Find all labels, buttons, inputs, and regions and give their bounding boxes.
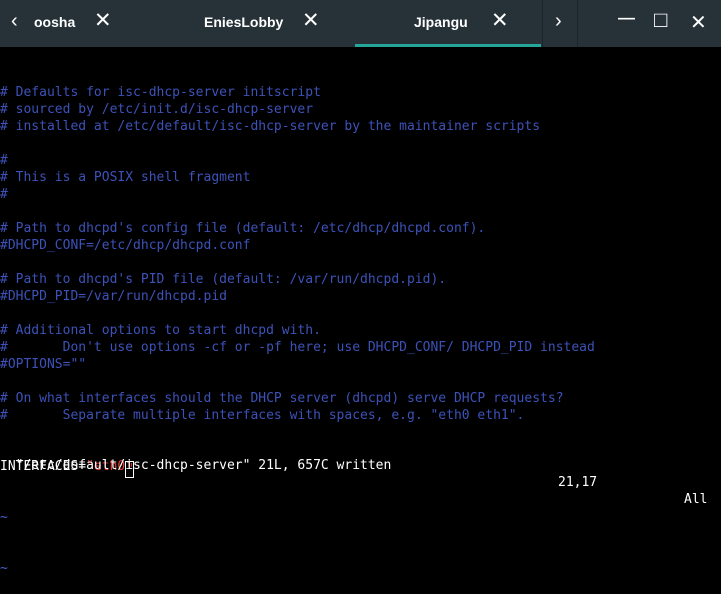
comment-line: # Don't use options -cf or -pf here; use… [0, 340, 595, 355]
comment-line: # This is a POSIX shell fragment [0, 170, 251, 185]
maximize-button[interactable]: □ [646, 0, 682, 47]
tab-divider [577, 0, 578, 47]
close-icon: ✕ [690, 12, 707, 34]
comment-line: #DHCPD_CONF=/etc/dhcp/dhcpd.conf [0, 238, 251, 253]
comment-line: #DHCPD_PID=/var/run/dhcpd.pid [0, 289, 227, 304]
vim-editor[interactable]: # Defaults for isc-dhcp-server initscrip… [0, 50, 721, 576]
close-icon[interactable]: ✕ [94, 10, 112, 31]
window-close-button[interactable]: ✕ [682, 0, 718, 47]
comment-line: # sourced by /etc/init.d/isc-dhcp-server [0, 102, 314, 117]
comment-line: # [0, 187, 8, 202]
comment-line: # Additional options to start dhcpd with… [0, 323, 321, 338]
comment-line: # Path to dhcpd's config file (default: … [0, 221, 486, 236]
scroll-tabs-right-button[interactable]: › [546, 0, 574, 47]
status-message: "/etc/default/isc-dhcp-server" 21L, 657C… [15, 458, 392, 473]
vim-status-line: "/etc/default/isc-dhcp-server" 21L, 657C… [0, 440, 721, 507]
tab-enieslobby[interactable]: EniesLobby ✕ [182, 0, 352, 47]
maximize-icon: □ [654, 7, 668, 32]
scroll-percent: All [684, 492, 708, 507]
minimize-icon: — [618, 8, 635, 27]
comment-line: # [0, 153, 8, 168]
tab-oosha[interactable]: oosha ✕ [30, 0, 180, 47]
comment-line: # Defaults for isc-dhcp-server initscrip… [0, 85, 321, 100]
close-icon[interactable]: ✕ [491, 10, 509, 31]
comment-line: # Path to dhcpd's PID file (default: /va… [0, 272, 447, 287]
scroll-tabs-left-button[interactable]: ‹ [2, 0, 30, 47]
chevron-right-icon: › [555, 10, 562, 32]
empty-line-marker: ~ [0, 510, 8, 525]
comment-line: # On what interfaces should the DHCP ser… [0, 391, 564, 406]
tab-jipangu[interactable]: Jipangu ✕ [355, 0, 541, 47]
tab-label: Jipangu [414, 14, 468, 30]
editor-buffer: # Defaults for isc-dhcp-server initscrip… [0, 84, 721, 424]
minimize-button[interactable]: — [610, 0, 646, 47]
comment-line: # installed at /etc/default/isc-dhcp-ser… [0, 119, 541, 134]
tab-bar: ‹ oosha ✕ EniesLobby ✕ Jipangu ✕ › — □ ✕ [0, 0, 721, 47]
comment-line: #OPTIONS="" [0, 357, 87, 372]
tab-divider [542, 0, 543, 47]
empty-line-marker: ~ [0, 561, 8, 576]
close-icon[interactable]: ✕ [302, 10, 320, 31]
tab-label: oosha [34, 14, 76, 30]
tab-label: EniesLobby [204, 14, 284, 30]
comment-line: # Separate multiple interfaces with spac… [0, 408, 525, 423]
chevron-left-icon: ‹ [11, 10, 18, 32]
